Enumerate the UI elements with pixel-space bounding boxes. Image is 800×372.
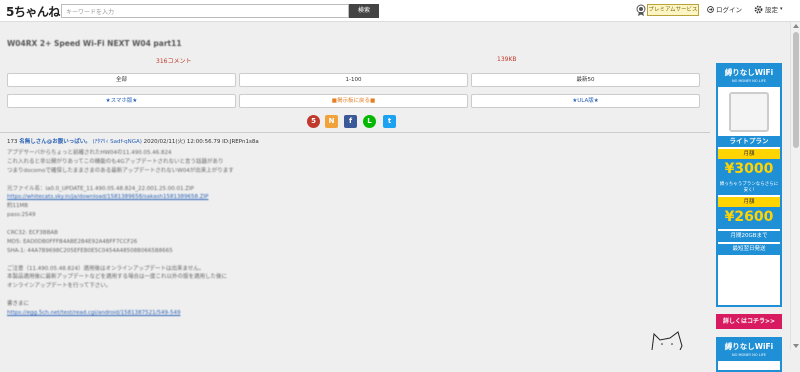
chevron-down-icon: ▾ bbox=[780, 6, 783, 12]
post-line: CRC32: ECF3BBAB bbox=[7, 230, 58, 237]
post-id-tag: (ｱﾀﾏﾘｨ Sadf-qNGA) bbox=[92, 139, 142, 145]
nav-all-button[interactable]: 全部 bbox=[7, 73, 236, 87]
post-number[interactable]: 173 bbox=[7, 139, 18, 145]
router-image bbox=[729, 92, 769, 132]
login-label: ログイン bbox=[716, 6, 742, 14]
post-line bbox=[7, 256, 307, 265]
post-line: pass:2549 bbox=[7, 212, 36, 219]
twitter-icon[interactable]: t bbox=[383, 115, 396, 128]
main-content: W04RX 2+ Speed Wi-Fi NEXT W04 part11 316… bbox=[0, 22, 710, 350]
ad-month-label-1: 月額 bbox=[718, 149, 780, 159]
post-header: 173 名無しさん@お腹いっぱい。 (ｱﾀﾏﾘｨ Sadf-qNGA) 2020… bbox=[7, 137, 259, 145]
ad-price-2: ¥2600 bbox=[718, 207, 780, 229]
sidebar-ads: 縛りなしWiFi NO MONEY NO LIFE ライトプラン 月額 ¥300… bbox=[710, 22, 790, 372]
comment-count: 316コメント bbox=[156, 58, 192, 65]
ad-plan: ライトプラン bbox=[718, 136, 780, 147]
nav-ula-button[interactable]: ★ULA版★ bbox=[471, 94, 700, 108]
ad-note: 縛っちゃうプランならさらに安く! bbox=[718, 181, 780, 195]
premium-medal-icon bbox=[636, 4, 646, 16]
thread-title: W04RX 2+ Speed Wi-Fi NEXT W04 part11 bbox=[7, 39, 182, 48]
page-scrollbar[interactable] bbox=[790, 22, 800, 350]
gear-icon bbox=[754, 5, 763, 13]
ad-details-button[interactable]: 詳しくはコチラ>> bbox=[716, 314, 782, 329]
post-line[interactable]: https://egg.5ch.net/test/read.cgi/androi… bbox=[7, 309, 307, 318]
5ch-share-icon[interactable]: 5 bbox=[307, 115, 320, 128]
wifi-ad-2[interactable]: 縛りなしWiFi NO MONEY NO LIFE bbox=[716, 337, 782, 372]
ad-header: 縛りなしWiFi NO MONEY NO LIFE bbox=[718, 65, 780, 87]
nav-bulletin-button[interactable]: ■掲示板に戻る■ bbox=[239, 94, 468, 108]
post-body: アプデサーバからちょっと前確されたHW04の11.490.05.46.824 これ… bbox=[7, 149, 307, 318]
post-line: 元ファイル名：ia0.0_UPDATE_11.490.05.48.824_22.… bbox=[7, 185, 194, 192]
post-date: 2020/02/11(火) 12:00:56.79 bbox=[143, 139, 221, 145]
post-line: オンラインアップデートを行って下さい。 bbox=[7, 283, 112, 290]
ad-title: 縛りなしWiFi bbox=[724, 68, 774, 77]
scroll-up-icon[interactable] bbox=[793, 24, 799, 28]
ad-feature-data: 月間20GBまで bbox=[718, 231, 780, 242]
wifi-ad[interactable]: 縛りなしWiFi NO MONEY NO LIFE ライトプラン 月額 ¥300… bbox=[716, 63, 782, 307]
post-line bbox=[7, 291, 307, 300]
search-button[interactable]: 検索 bbox=[349, 4, 379, 18]
login-icon bbox=[707, 5, 714, 13]
ad-month-label-2: 月額 bbox=[718, 197, 780, 207]
ad2-subtitle: NO MONEY NO LIFE bbox=[731, 353, 767, 357]
post-line: SHA-1: 44A7B9698C205EFEB0E5C0454A48508B0… bbox=[7, 247, 173, 254]
post-line: つまりdocomoで確保したままさまのある最新アップデートされないW04が出来上… bbox=[7, 167, 234, 174]
search-input[interactable]: キーワードを入力 bbox=[61, 4, 349, 18]
thread-size: 139KB bbox=[497, 56, 517, 63]
facebook-icon[interactable]: f bbox=[344, 115, 357, 128]
ad2-header: 縛りなしWiFi NO MONEY NO LIFE bbox=[718, 339, 780, 361]
settings-label: 設定 bbox=[765, 6, 778, 14]
post-line: アプデサーバからちょっと前確されたHW04の11.490.05.46.824 bbox=[7, 150, 172, 156]
top-bar: 5ちゃんねる キーワードを入力 検索 プレミアムサービス ログイン 設定 ▾ bbox=[0, 0, 800, 22]
post-uid[interactable]: ID:JREPn1s8a bbox=[222, 139, 259, 145]
post-line bbox=[7, 176, 307, 185]
ad-feature-shipping: 最短翌日発送 bbox=[718, 244, 780, 255]
nav-smartphone-button[interactable]: ★スマホ版★ bbox=[7, 94, 236, 108]
settings-link[interactable]: 設定 ▾ bbox=[754, 4, 783, 14]
post-line: 書きまに bbox=[7, 301, 30, 308]
note-icon[interactable]: N bbox=[325, 115, 338, 128]
post-line[interactable]: https://whitecats.sky.in/ja/download/158… bbox=[7, 193, 307, 202]
post-line bbox=[7, 220, 307, 229]
post-line: 本製品適用後に最新アップデートなどを適用する場合は一度これ以外の版を適用した後に bbox=[7, 274, 228, 281]
premium-service-button[interactable]: プレミアムサービス bbox=[647, 4, 699, 16]
nav-range-button[interactable]: 1-100 bbox=[239, 73, 468, 87]
post-line: 約11MB bbox=[7, 203, 29, 210]
ad-price-1: ¥3000 bbox=[718, 159, 780, 181]
post-line: ご注意（11.490.05.48.824）適用後はオンラインアップデートは出来ま… bbox=[7, 265, 205, 272]
post-author: 名無しさん@お腹いっぱい。 bbox=[19, 139, 91, 145]
scroll-down-icon[interactable] bbox=[793, 344, 799, 348]
login-link[interactable]: ログイン bbox=[707, 4, 742, 14]
post-line: MD5: EAD0DB0FFFB4ABE2B4E92A4BFF7CCF26 bbox=[7, 238, 138, 245]
scroll-thumb[interactable] bbox=[793, 32, 799, 148]
nav-latest-button[interactable]: 最新50 bbox=[471, 73, 700, 87]
ad-subtitle: NO MONEY NO LIFE bbox=[731, 79, 767, 83]
post: 173 名無しさん@お腹いっぱい。 (ｱﾀﾏﾘｨ Sadf-qNGA) 2020… bbox=[0, 132, 710, 350]
post-line: これ入れると非公開がりあってこの機能のも4Gアップデートされないと言う話題があり bbox=[7, 158, 224, 165]
cat-illustration bbox=[651, 331, 683, 350]
line-icon[interactable]: L bbox=[363, 115, 376, 128]
